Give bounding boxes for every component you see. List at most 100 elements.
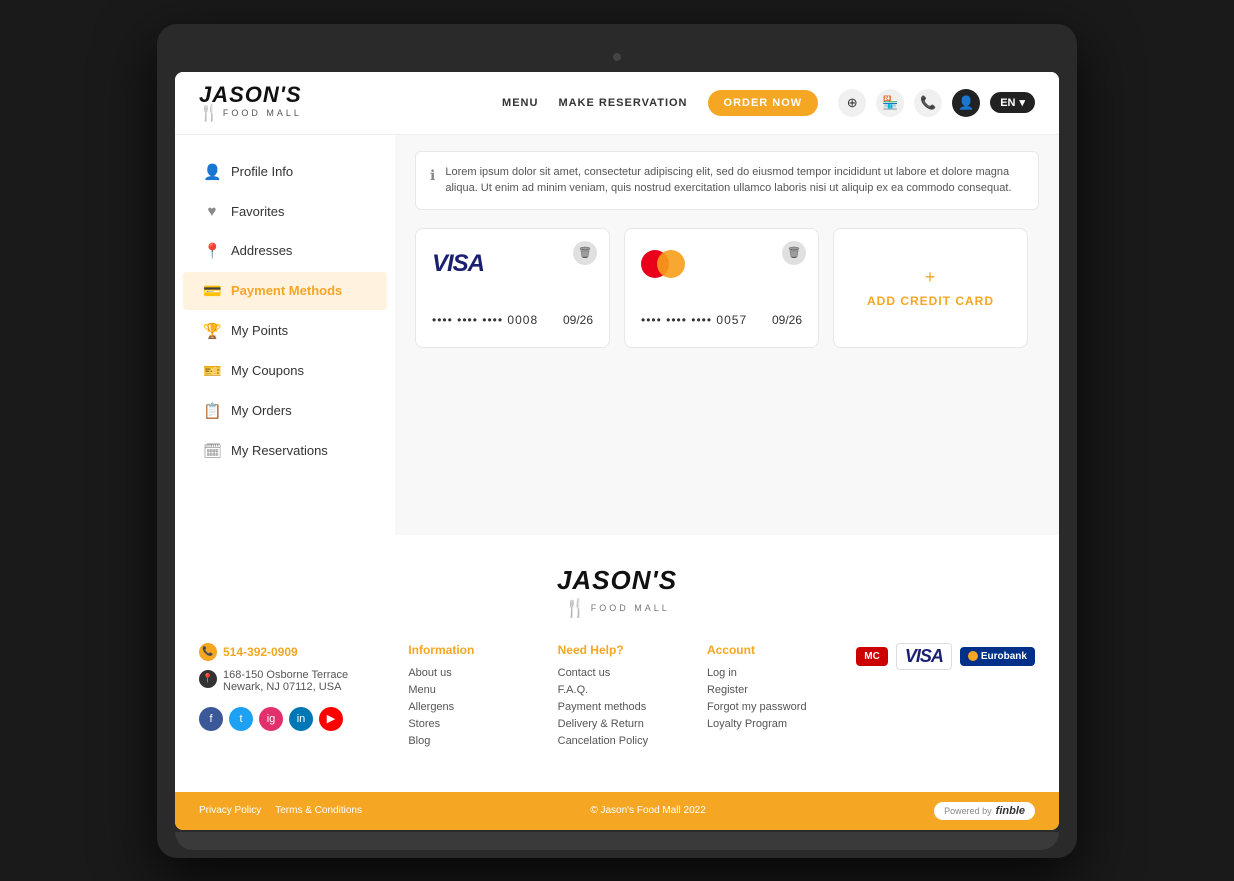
eurobank-badge: Eurobank bbox=[960, 647, 1035, 666]
trophy-icon: 🏆 bbox=[203, 322, 221, 340]
calendar-icon: 🗓 bbox=[203, 442, 221, 460]
mc-card-number: •••• •••• •••• 0057 bbox=[641, 313, 747, 327]
visa-card-bottom: •••• •••• •••• 0008 09/26 bbox=[432, 313, 593, 327]
sidebar-item-points[interactable]: 🏆 My Points bbox=[183, 312, 387, 350]
footer-col-information: Information About us Menu Allergens Stor… bbox=[408, 643, 508, 752]
blog-link[interactable]: Blog bbox=[408, 735, 508, 747]
mc-card-expiry: 09/26 bbox=[772, 313, 802, 327]
orders-icon: 📋 bbox=[203, 402, 221, 420]
phone-number: 514-392-0909 bbox=[223, 645, 298, 659]
order-now-button[interactable]: ORDER NOW bbox=[708, 90, 819, 116]
nav-icons: ⊕ 🏪 📞 👤 EN ▾ bbox=[838, 89, 1035, 117]
forgot-password-link[interactable]: Forgot my password bbox=[707, 701, 807, 713]
euro-dot bbox=[968, 651, 978, 661]
mc-yellow-circle bbox=[657, 250, 685, 278]
powered-by: Powered by finble bbox=[934, 802, 1035, 820]
twitter-icon[interactable]: t bbox=[229, 707, 253, 731]
info-heading: Information bbox=[408, 643, 508, 657]
delete-visa-button[interactable]: 🗑 bbox=[573, 241, 597, 265]
powered-by-label: Powered by bbox=[944, 806, 992, 816]
sidebar-item-favorites[interactable]: ♥ Favorites bbox=[183, 193, 387, 230]
cancelation-link[interactable]: Cancelation Policy bbox=[558, 735, 658, 747]
linkedin-icon[interactable]: in bbox=[289, 707, 313, 731]
footer: JASON'S 🍴 FOOD MALL 📞 514-392-0909 📍 bbox=[175, 535, 1059, 792]
sidebar-label-orders: My Orders bbox=[231, 403, 292, 418]
lang-button[interactable]: EN ▾ bbox=[990, 92, 1035, 113]
card-icon: 💳 bbox=[203, 282, 221, 300]
sidebar-label-addresses: Addresses bbox=[231, 243, 292, 258]
footer-bar: Privacy Policy Terms & Conditions © Jaso… bbox=[175, 792, 1059, 830]
finble-logo: finble bbox=[996, 805, 1025, 817]
sidebar-label-favorites: Favorites bbox=[231, 204, 284, 219]
help-heading: Need Help? bbox=[558, 643, 658, 657]
footer-contact: 📞 514-392-0909 📍 168-150 Osborne Terrace… bbox=[199, 643, 359, 731]
lang-label: EN bbox=[1000, 97, 1015, 109]
instagram-icon[interactable]: ig bbox=[259, 707, 283, 731]
reservation-link[interactable]: MAKE RESERVATION bbox=[558, 97, 687, 109]
sidebar-label-reservations: My Reservations bbox=[231, 443, 328, 458]
sidebar-item-reservations[interactable]: 🗓 My Reservations bbox=[183, 432, 387, 470]
sidebar-label-profile: Profile Info bbox=[231, 164, 293, 179]
header: JASON'S 🍴 FOOD MALL MENU MAKE RESERVATIO… bbox=[175, 72, 1059, 135]
sidebar-label-points: My Points bbox=[231, 323, 288, 338]
footer-address: 📍 168-150 Osborne Terrace Newark, NJ 071… bbox=[199, 669, 359, 693]
loyalty-link[interactable]: Loyalty Program bbox=[707, 718, 807, 730]
coupon-icon: 🎫 bbox=[203, 362, 221, 380]
info-icon: ℹ bbox=[430, 165, 435, 197]
footer-phone[interactable]: 📞 514-392-0909 bbox=[199, 643, 359, 661]
logo-fork-icon: 🍴 bbox=[199, 106, 219, 122]
delete-mastercard-button[interactable]: 🗑 bbox=[782, 241, 806, 265]
logo: JASON'S 🍴 FOOD MALL bbox=[199, 84, 302, 122]
sidebar-item-orders[interactable]: 📋 My Orders bbox=[183, 392, 387, 430]
contact-link[interactable]: Contact us bbox=[558, 667, 658, 679]
info-banner: ℹ Lorem ipsum dolor sit amet, consectetu… bbox=[415, 151, 1039, 210]
sidebar-item-coupons[interactable]: 🎫 My Coupons bbox=[183, 352, 387, 390]
payment-methods-link[interactable]: Payment methods bbox=[558, 701, 658, 713]
visa-logo-text: VISA bbox=[432, 250, 484, 278]
sidebar-item-profile[interactable]: 👤 Profile Info bbox=[183, 153, 387, 191]
add-card-label: ADD CREDIT CARD bbox=[867, 294, 994, 308]
footer-bar-links: Privacy Policy Terms & Conditions bbox=[199, 805, 362, 816]
footer-payment-logos: MC VISA Eurobank bbox=[856, 643, 1035, 670]
heart-icon: ♥ bbox=[203, 203, 221, 220]
social-icons: f t ig in ▶ bbox=[199, 707, 359, 731]
visa-card-number: •••• •••• •••• 0008 bbox=[432, 313, 538, 327]
phone-icon[interactable]: 📞 bbox=[914, 89, 942, 117]
address-line1: 168-150 Osborne Terrace bbox=[223, 669, 348, 681]
login-link[interactable]: Log in bbox=[707, 667, 807, 679]
address-line2: Newark, NJ 07112, USA bbox=[223, 681, 348, 693]
terms-link[interactable]: Terms & Conditions bbox=[275, 805, 362, 816]
privacy-link[interactable]: Privacy Policy bbox=[199, 805, 261, 816]
footer-col-account: Account Log in Register Forgot my passwo… bbox=[707, 643, 807, 735]
facebook-icon[interactable]: f bbox=[199, 707, 223, 731]
faq-link[interactable]: F.A.Q. bbox=[558, 684, 658, 696]
footer-fork-icon: 🍴 bbox=[564, 598, 586, 619]
copyright-text: © Jason's Food Mall 2022 bbox=[590, 805, 705, 816]
sidebar-item-payment[interactable]: 💳 Payment Methods bbox=[183, 272, 387, 310]
menu-link[interactable]: MENU bbox=[502, 97, 538, 109]
mastercard-card: 🗑 •••• •••• •••• 0057 09/26 bbox=[624, 228, 819, 348]
footer-col-help: Need Help? Contact us F.A.Q. Payment met… bbox=[558, 643, 658, 752]
youtube-icon[interactable]: ▶ bbox=[319, 707, 343, 731]
target-icon[interactable]: ⊕ bbox=[838, 89, 866, 117]
mc-card-bottom: •••• •••• •••• 0057 09/26 bbox=[641, 313, 802, 327]
menu-link-footer[interactable]: Menu bbox=[408, 684, 508, 696]
visa-logo: VISA bbox=[432, 245, 593, 283]
user-icon[interactable]: 👤 bbox=[952, 89, 980, 117]
profile-icon: 👤 bbox=[203, 163, 221, 181]
delivery-link[interactable]: Delivery & Return bbox=[558, 718, 658, 730]
pin-icon: 📍 bbox=[203, 242, 221, 260]
footer-body: 📞 514-392-0909 📍 168-150 Osborne Terrace… bbox=[199, 643, 1035, 752]
sidebar-item-addresses[interactable]: 📍 Addresses bbox=[183, 232, 387, 270]
address-pin-icon: 📍 bbox=[199, 670, 217, 688]
stores-link[interactable]: Stores bbox=[408, 718, 508, 730]
allergens-link[interactable]: Allergens bbox=[408, 701, 508, 713]
about-us-link[interactable]: About us bbox=[408, 667, 508, 679]
mastercard-badge: MC bbox=[856, 647, 888, 666]
logo-sub: FOOD MALL bbox=[223, 109, 302, 118]
footer-logo-sub: FOOD MALL bbox=[591, 603, 670, 613]
mastercard-logo bbox=[641, 245, 802, 283]
add-credit-card-button[interactable]: + ADD CREDIT CARD bbox=[833, 228, 1028, 348]
register-link[interactable]: Register bbox=[707, 684, 807, 696]
store-icon[interactable]: 🏪 bbox=[876, 89, 904, 117]
